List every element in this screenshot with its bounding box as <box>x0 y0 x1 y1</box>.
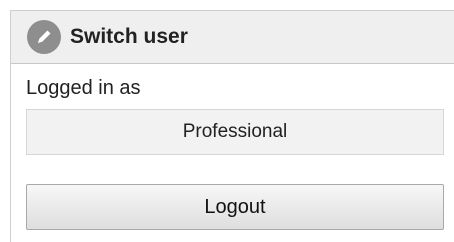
logout-button-label: Logout <box>204 195 266 218</box>
switch-user-panel: Switch user Logged in as Professional Lo… <box>10 10 454 242</box>
panel-header: Switch user <box>11 11 454 64</box>
pencil-icon <box>27 20 61 54</box>
logout-button[interactable]: Logout <box>26 184 444 230</box>
current-user-field: Professional <box>26 109 444 155</box>
logged-in-as-label: Logged in as <box>26 77 141 99</box>
panel-title: Switch user <box>70 25 188 48</box>
current-user-value: Professional <box>182 121 288 142</box>
